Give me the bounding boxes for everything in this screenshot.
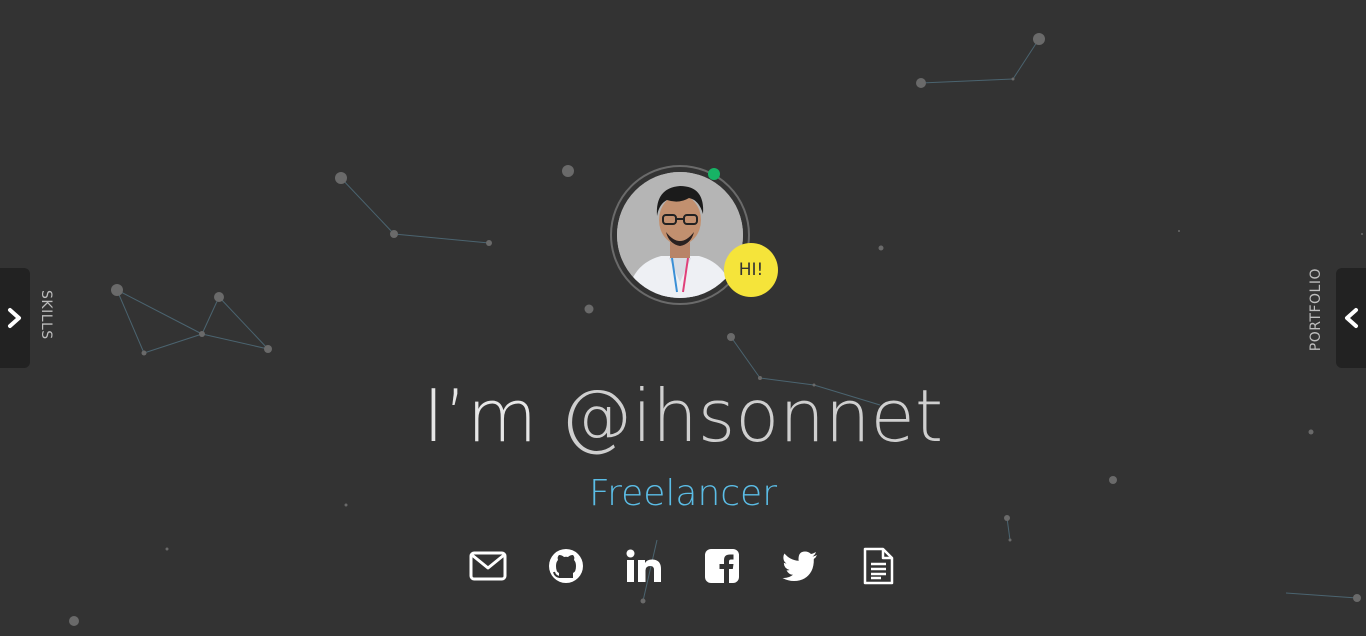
hero-section: SKILLS PORTFOLIO HI! I’m @ihsonnet Freel… [0, 0, 1366, 636]
resume-link[interactable] [856, 544, 900, 588]
hero-title: I’m @ihsonnet [0, 372, 1366, 460]
profile-avatar-group: HI! [610, 165, 778, 305]
facebook-icon [705, 549, 739, 583]
linkedin-link[interactable] [622, 544, 666, 588]
hero-handle: @ihsonnet [560, 374, 944, 458]
skills-label[interactable]: SKILLS [38, 290, 54, 340]
hero-role: Freelancer [588, 473, 777, 514]
twitter-icon [782, 551, 817, 581]
portfolio-panel-toggle[interactable] [1336, 268, 1366, 368]
person-portrait [617, 172, 743, 298]
email-link[interactable] [466, 544, 510, 588]
chevron-right-icon [8, 308, 21, 328]
facebook-link[interactable] [700, 544, 744, 588]
github-link[interactable] [544, 544, 588, 588]
particle-background [69, 33, 1363, 626]
linkedin-icon [626, 549, 661, 582]
hi-badge: HI! [724, 243, 778, 297]
github-icon [549, 549, 583, 583]
twitter-link[interactable] [778, 544, 822, 588]
document-icon [863, 547, 894, 585]
avatar [617, 172, 743, 298]
skills-panel-toggle[interactable] [0, 268, 30, 368]
online-status-dot [708, 168, 720, 180]
portfolio-label[interactable]: PORTFOLIO [1308, 268, 1324, 351]
envelope-icon [469, 551, 507, 581]
hero-intro: I’m [422, 374, 561, 458]
social-links [466, 544, 900, 588]
chevron-left-icon [1345, 308, 1358, 328]
